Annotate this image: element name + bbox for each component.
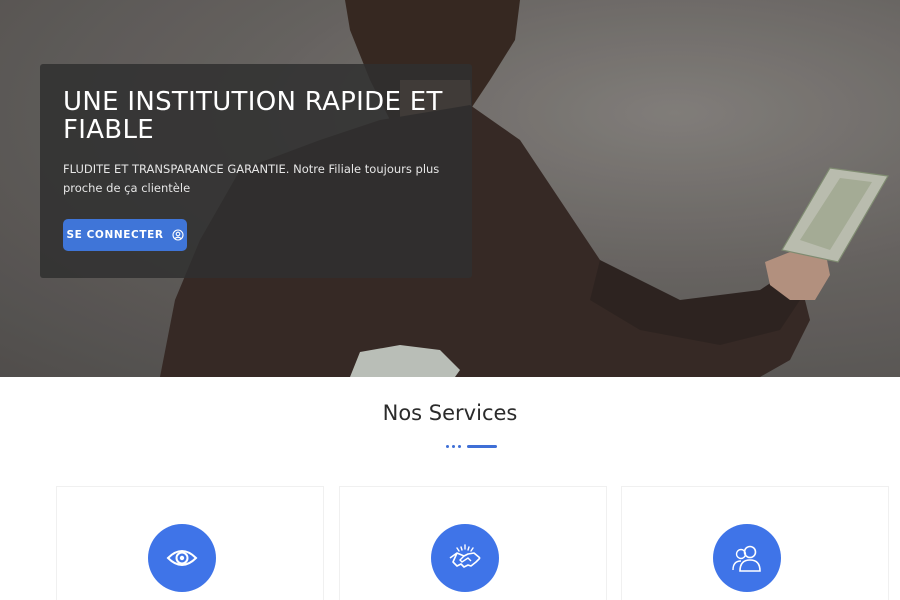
service-card-1[interactable] <box>56 486 324 600</box>
service-card-2[interactable] <box>339 486 607 600</box>
users-icon <box>713 524 781 592</box>
login-button-label: SE CONNECTER <box>66 229 164 241</box>
eye-icon <box>148 524 216 592</box>
services-title: Nos Services <box>382 401 518 425</box>
handshake-icon <box>431 524 499 592</box>
user-circle-icon <box>171 229 184 241</box>
hero-subtitle: FLUDITE ET TRANSPARANCE GARANTIE. Notre … <box>63 162 440 195</box>
service-card-3[interactable] <box>621 486 889 600</box>
hero-title: UNE INSTITUTION RAPIDE ET FIABLE <box>63 87 443 145</box>
login-button[interactable]: SE CONNECTER <box>63 219 187 251</box>
hero-banner: UNE INSTITUTION RAPIDE ET FIABLE FLUDITE… <box>0 0 900 377</box>
hero-card: UNE INSTITUTION RAPIDE ET FIABLE FLUDITE… <box>40 64 472 278</box>
section-divider <box>446 444 497 448</box>
